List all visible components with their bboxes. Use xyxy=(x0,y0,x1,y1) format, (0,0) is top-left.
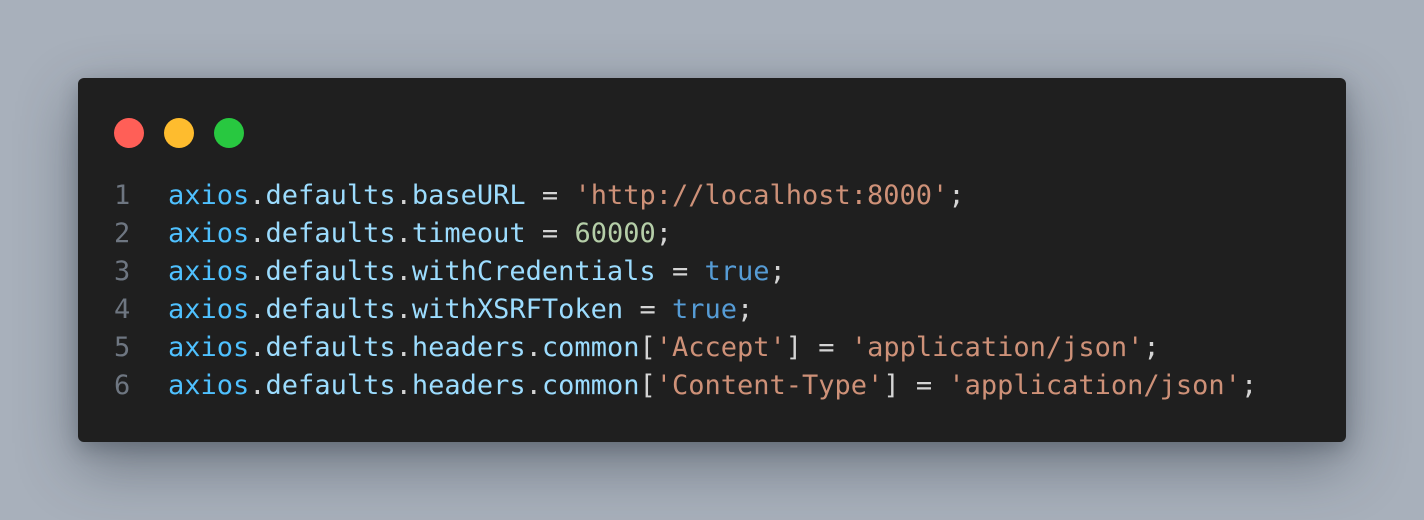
code-text: axios.defaults.headers.common['Accept'] … xyxy=(168,329,1160,367)
code-token: withXSRFToken xyxy=(411,294,624,325)
line-number: 4 xyxy=(114,294,131,325)
code-token: = xyxy=(525,218,575,249)
code-window: 1 axios.defaults.baseURL = 'http://localh… xyxy=(78,78,1346,442)
code-token: axios xyxy=(168,294,250,325)
code-token: axios xyxy=(168,256,250,287)
window-controls xyxy=(114,118,244,148)
code-token: defaults xyxy=(265,218,396,249)
code-token: baseURL xyxy=(411,180,526,211)
code-token: defaults xyxy=(265,370,396,401)
code-token: 60000 xyxy=(574,218,656,249)
code-text: axios.defaults.headers.common['Content-T… xyxy=(168,367,1257,405)
code-token: defaults xyxy=(265,294,396,325)
code-token: 'Accept' xyxy=(655,332,786,363)
code-line: 6 axios.defaults.headers.common['Content-… xyxy=(78,367,1346,405)
code-token: defaults xyxy=(265,256,396,287)
code-token: withCredentials xyxy=(411,256,656,287)
code-token: 'application/json' xyxy=(948,370,1241,401)
code-token: . xyxy=(395,218,412,249)
code-token: 'application/json' xyxy=(850,332,1144,363)
code-token: ; xyxy=(737,294,754,325)
code-token: . xyxy=(249,180,266,211)
code-line: 2 axios.defaults.timeout = 60000; xyxy=(78,215,1346,253)
code-token: . xyxy=(249,294,266,325)
code-text: axios.defaults.timeout = 60000; xyxy=(168,215,672,253)
code-token: common xyxy=(541,370,640,401)
code-text: axios.defaults.baseURL = 'http://localho… xyxy=(168,177,965,215)
code-token: true xyxy=(704,256,770,287)
code-token: = xyxy=(655,256,705,287)
code-token: . xyxy=(525,370,542,401)
code-token: defaults xyxy=(265,180,396,211)
minimize-button[interactable] xyxy=(164,118,194,148)
code-token: true xyxy=(671,294,737,325)
code-token: . xyxy=(395,180,412,211)
code-line: 3 axios.defaults.withCredentials = true; xyxy=(78,253,1346,291)
code-token: axios xyxy=(168,332,250,363)
code-token: ; xyxy=(769,256,786,287)
code-token: . xyxy=(525,332,542,363)
line-number: 1 xyxy=(114,180,131,211)
code-token: = xyxy=(525,180,575,211)
line-number: 3 xyxy=(114,256,131,287)
code-token: ; xyxy=(655,218,672,249)
code-token: . xyxy=(395,370,412,401)
code-token: axios xyxy=(168,370,250,401)
code-token: ] = xyxy=(785,332,851,363)
code-token: 'Content-Type' xyxy=(655,370,884,401)
maximize-button[interactable] xyxy=(214,118,244,148)
line-number: 5 xyxy=(114,332,131,363)
code-line: 4 axios.defaults.withXSRFToken = true; xyxy=(78,291,1346,329)
line-number: 2 xyxy=(114,218,131,249)
close-button[interactable] xyxy=(114,118,144,148)
code-token: axios xyxy=(168,218,250,249)
line-number: 6 xyxy=(114,370,131,401)
code-token: headers xyxy=(411,370,526,401)
code-token: 'http://localhost:8000' xyxy=(574,180,949,211)
code-token: . xyxy=(249,332,266,363)
code-token: . xyxy=(395,256,412,287)
code-text: axios.defaults.withCredentials = true; xyxy=(168,253,786,291)
code-token: . xyxy=(249,256,266,287)
code-token: . xyxy=(249,218,266,249)
code-token: ; xyxy=(1143,332,1160,363)
code-token: [ xyxy=(639,370,656,401)
code-token: defaults xyxy=(265,332,396,363)
code-token: ; xyxy=(948,180,965,211)
code-token: axios xyxy=(168,180,250,211)
code-token: common xyxy=(541,332,640,363)
code-token: . xyxy=(395,294,412,325)
code-text: axios.defaults.withXSRFToken = true; xyxy=(168,291,753,329)
code-token: = xyxy=(623,294,672,325)
code-token: [ xyxy=(639,332,656,363)
code-token: . xyxy=(395,332,412,363)
code-block: 1 axios.defaults.baseURL = 'http://localh… xyxy=(78,177,1346,405)
code-line: 1 axios.defaults.baseURL = 'http://localh… xyxy=(78,177,1346,215)
code-token: timeout xyxy=(411,218,526,249)
code-line: 5 axios.defaults.headers.common['Accept']… xyxy=(78,329,1346,367)
code-token: ] = xyxy=(883,370,949,401)
code-token: ; xyxy=(1240,370,1258,401)
code-token: . xyxy=(249,370,266,401)
code-token: headers xyxy=(411,332,526,363)
